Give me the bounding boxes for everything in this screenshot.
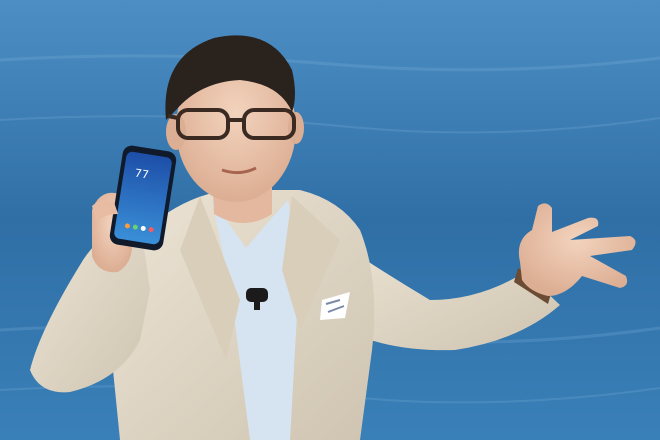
stage-photo: 77 (0, 0, 660, 440)
photo: 77 (0, 0, 660, 440)
phone-clock-text: 77 (134, 166, 150, 181)
